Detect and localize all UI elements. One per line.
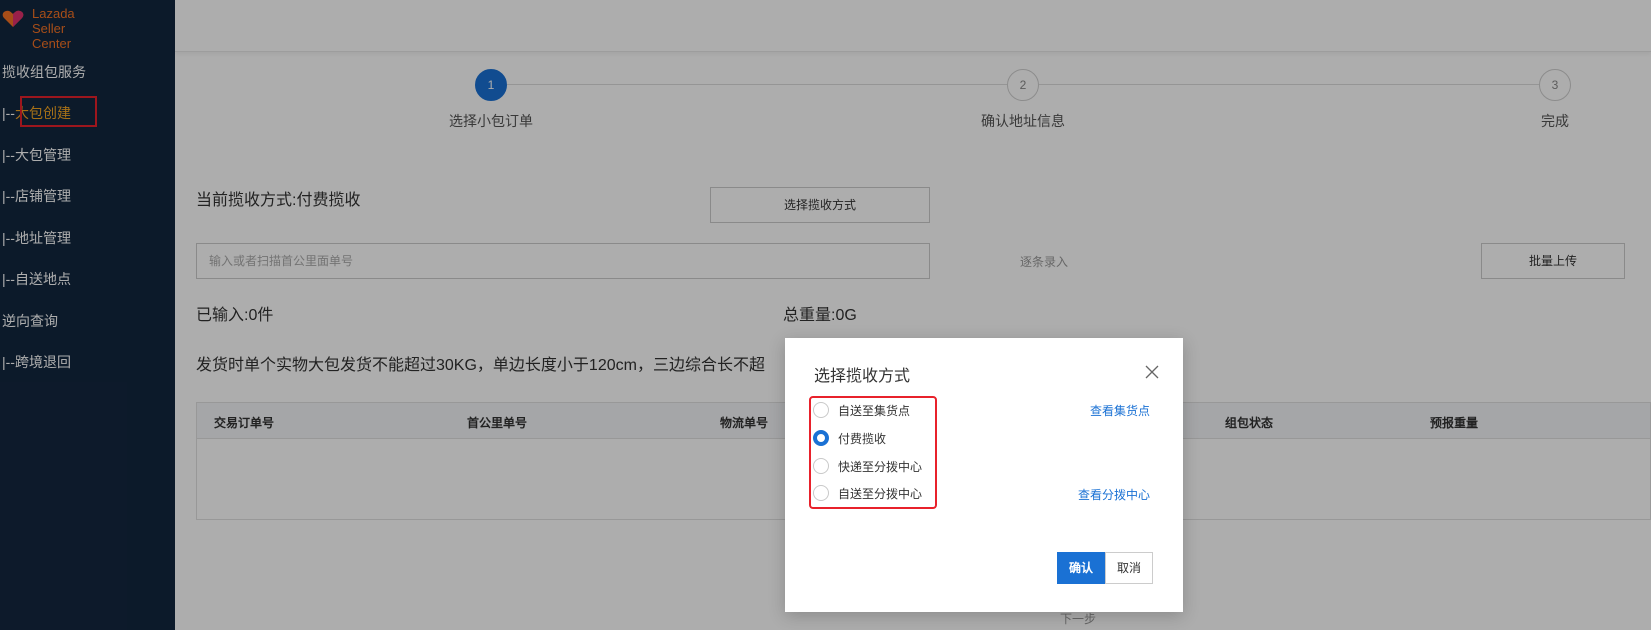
option-label: 自送至分拨中心: [838, 486, 923, 501]
radio-unchecked[interactable]: [813, 402, 829, 418]
option-express-distribution-center[interactable]: 快递至分拨中心: [813, 456, 922, 476]
option-self-deliver-distribution-center[interactable]: 自送至分拨中心: [813, 483, 922, 503]
view-collection-points-link[interactable]: 查看集货点: [1090, 402, 1150, 419]
close-icon[interactable]: [1144, 364, 1160, 380]
dialog-title: 选择揽收方式: [814, 368, 911, 385]
cancel-button[interactable]: 取消: [1105, 552, 1153, 584]
radio-unchecked[interactable]: [813, 458, 829, 474]
confirm-button[interactable]: 确认: [1057, 552, 1105, 584]
option-label: 付费揽收: [838, 431, 887, 446]
option-self-deliver-collection-point[interactable]: 自送至集货点: [813, 400, 910, 420]
view-distribution-centers-link[interactable]: 查看分拨中心: [1078, 486, 1150, 503]
option-label: 快递至分拨中心: [838, 459, 923, 474]
pickup-method-dialog: 选择揽收方式 自送至集货点 付费揽收 快递至分拨中心 自送至分拨中心 查看集货点…: [785, 338, 1183, 612]
option-paid-pickup[interactable]: 付费揽收: [813, 428, 886, 448]
option-label: 自送至集货点: [838, 403, 911, 418]
radio-unchecked[interactable]: [813, 485, 829, 501]
radio-checked[interactable]: [813, 430, 829, 446]
